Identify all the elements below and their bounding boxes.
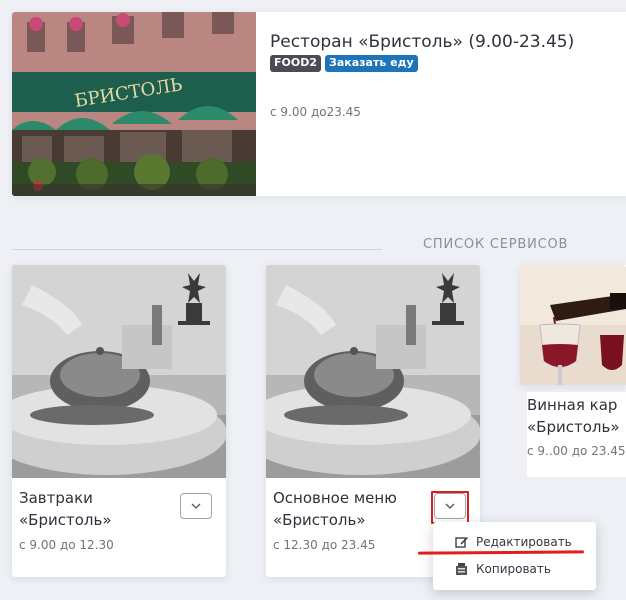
food-code-badge: FOOD2 [270,55,322,72]
service-name[interactable]: Основное меню «Бристоль» [273,487,443,531]
service-menu-toggle[interactable] [180,493,212,519]
service-card-wine[interactable] [520,265,626,385]
service-image[interactable] [520,265,626,385]
copy-label: Копировать [476,562,551,576]
service-card-breakfast[interactable]: Завтраки «Бристоль» с 9.00 до 12.30 [12,265,226,577]
section-divider [12,249,382,250]
restaurant-photo[interactable]: БРИСТОЛЬ [12,12,256,196]
service-dropdown-menu: Редактировать Копировать [433,522,596,590]
service-hours: с 9..00 до 23.45 [527,444,626,458]
chevron-down-icon [191,503,201,509]
service-name[interactable]: Винная кар «Бристоль» [527,394,626,438]
restaurant-card[interactable]: БРИСТОЛЬ Ресторан «Бристоль» (9.00-23.45… [12,12,626,196]
edit-label: Редактировать [476,535,572,549]
service-card-wine-body[interactable]: Винная кар «Бристоль» с 9..00 до 23.45 [527,392,626,477]
restaurant-badges: FOOD2 Заказать еду [270,55,418,72]
order-food-badge[interactable]: Заказать еду [325,55,418,72]
service-name[interactable]: Завтраки «Бристоль» [19,487,189,531]
service-hours: с 9.00 до 12.30 [19,538,114,552]
copy-icon [456,563,467,575]
highlight-box [431,491,469,524]
section-title: СПИСОК СЕРВИСОВ [423,237,569,252]
edit-icon [455,537,468,548]
restaurant-hours: с 9.00 до23.45 [270,105,361,119]
service-image[interactable] [12,265,226,478]
service-hours: с 12.30 до 23.45 [273,538,376,552]
edit-menu-item[interactable]: Редактировать [455,535,572,549]
service-image[interactable] [266,265,480,478]
restaurant-title[interactable]: Ресторан «Бристоль» (9.00-23.45) [270,32,574,52]
copy-menu-item[interactable]: Копировать [455,562,551,576]
